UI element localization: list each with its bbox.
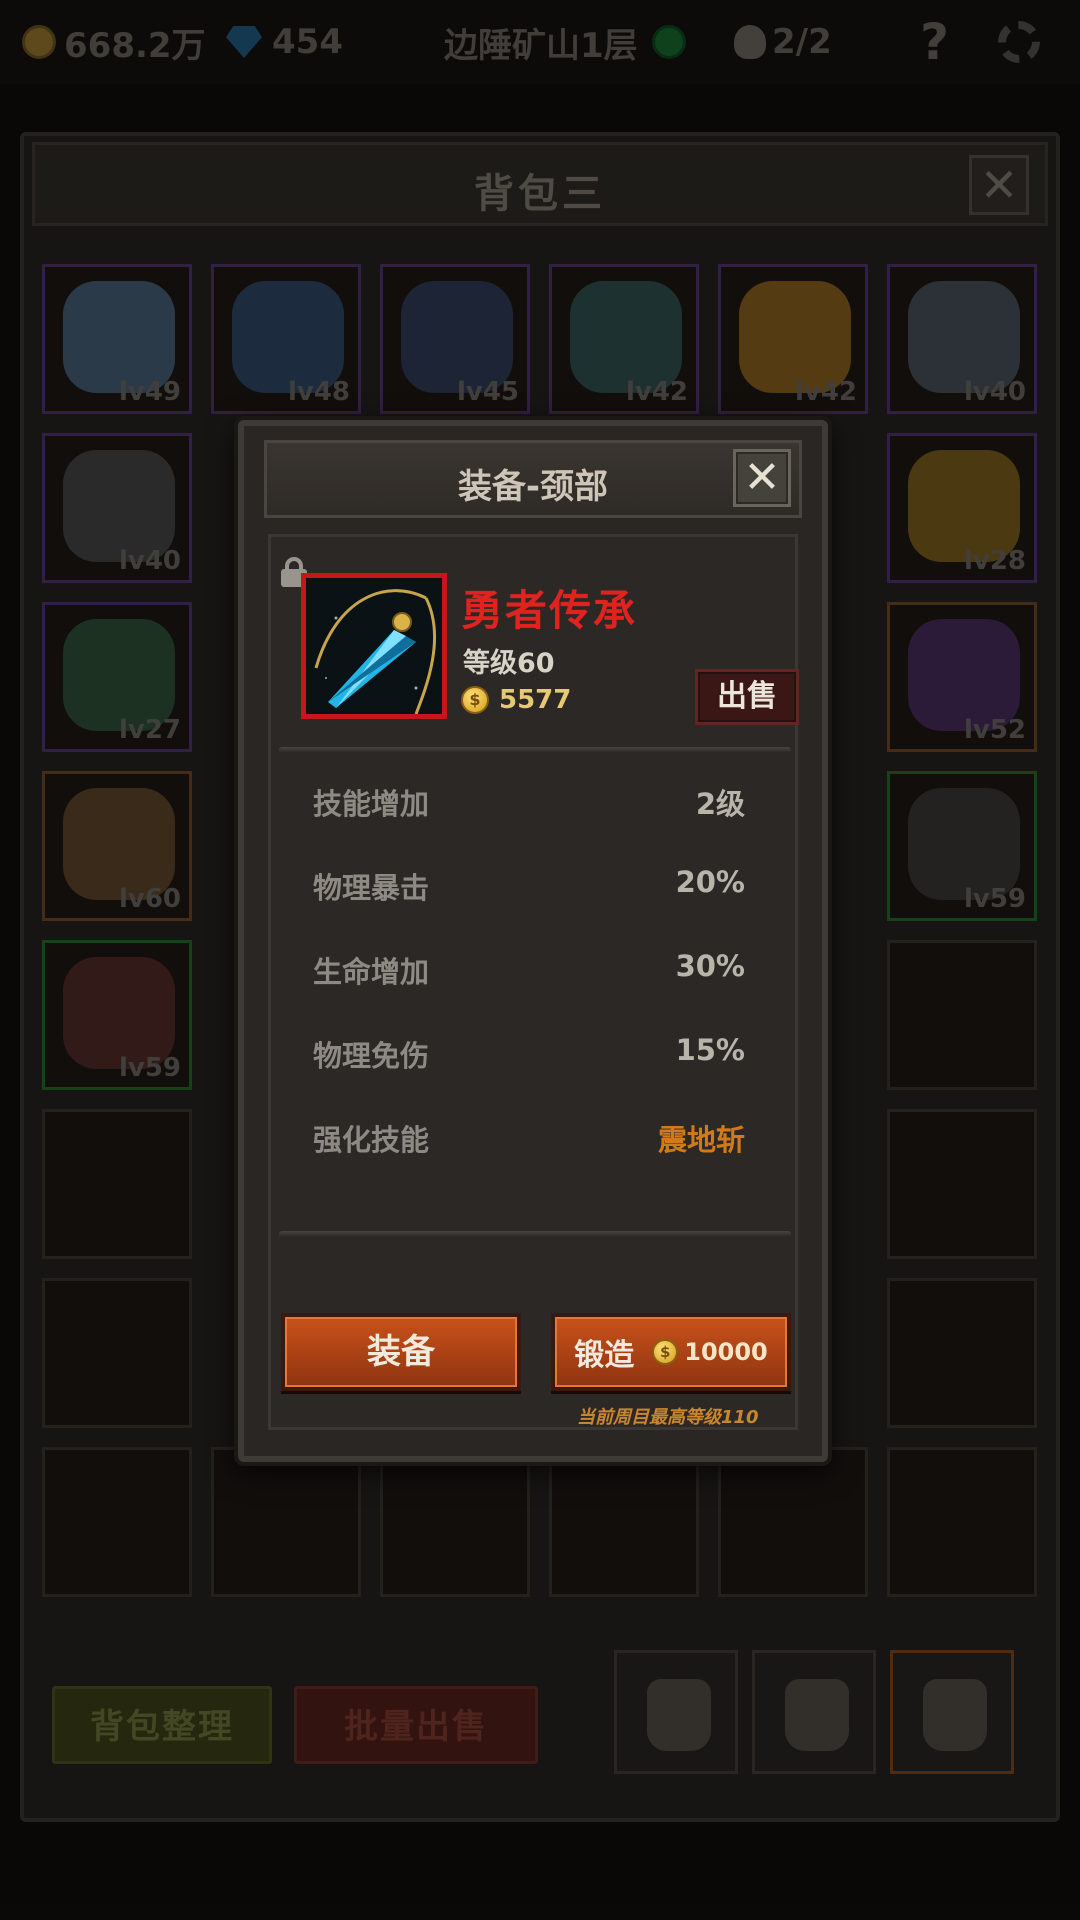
item-price: $ 5577 [461,685,571,715]
equipment-dialog: 装备-颈部 ✕ 勇者传承 等级60 $ 5577 出售 技能增加 2级 物理暴击… [238,420,828,1462]
stat-row: 物理免伤 15% [313,1033,745,1077]
dialog-title: 装备-颈部 [457,467,609,507]
stat-value: 2级 [695,787,745,821]
stat-value: 20% [675,865,745,899]
forge-button[interactable]: 锻造 $ 10000 [551,1313,791,1391]
stat-value: 30% [675,949,745,983]
equip-button[interactable]: 装备 [281,1313,521,1391]
stat-row: 物理暴击 20% [313,865,745,909]
stat-label: 物理暴击 [313,871,430,905]
divider-top [279,747,791,753]
item-icon-frame[interactable] [301,573,447,719]
dialog-close-button[interactable]: ✕ [733,449,791,507]
forge-label: 锻造 [574,1338,635,1373]
stat-label: 物理免伤 [313,1039,430,1073]
stat-row: 技能增加 2级 [313,781,745,825]
sell-button[interactable]: 出售 [695,669,799,725]
forge-cost: 10000 [684,1338,768,1366]
stat-value: 15% [675,1033,745,1067]
stat-row: 生命增加 30% [313,949,745,993]
dialog-body: 勇者传承 等级60 $ 5577 出售 技能增加 2级物理暴击 20% 生命增加 30%… [268,534,799,1430]
item-price-value: 5577 [499,685,572,715]
item-name: 勇者传承 [461,586,638,635]
stat-row: 强化技能 震地斩 [313,1117,745,1161]
gold-coin-icon: $ [652,1339,679,1365]
dialog-header: 装备-颈部 ✕ [264,440,802,518]
stat-label: 生命增加 [313,955,430,989]
stat-label: 强化技能 [313,1123,430,1157]
cycle-max-level-note: 当前周目最高等级110 [577,1407,759,1428]
crystal-pendant-icon [306,578,442,714]
divider-bottom [279,1231,791,1237]
item-level: 等级60 [463,648,555,679]
gold-coin-icon: $ [461,686,489,714]
stat-value: 震地斩 [657,1123,745,1157]
stat-label: 技能增加 [313,787,430,821]
